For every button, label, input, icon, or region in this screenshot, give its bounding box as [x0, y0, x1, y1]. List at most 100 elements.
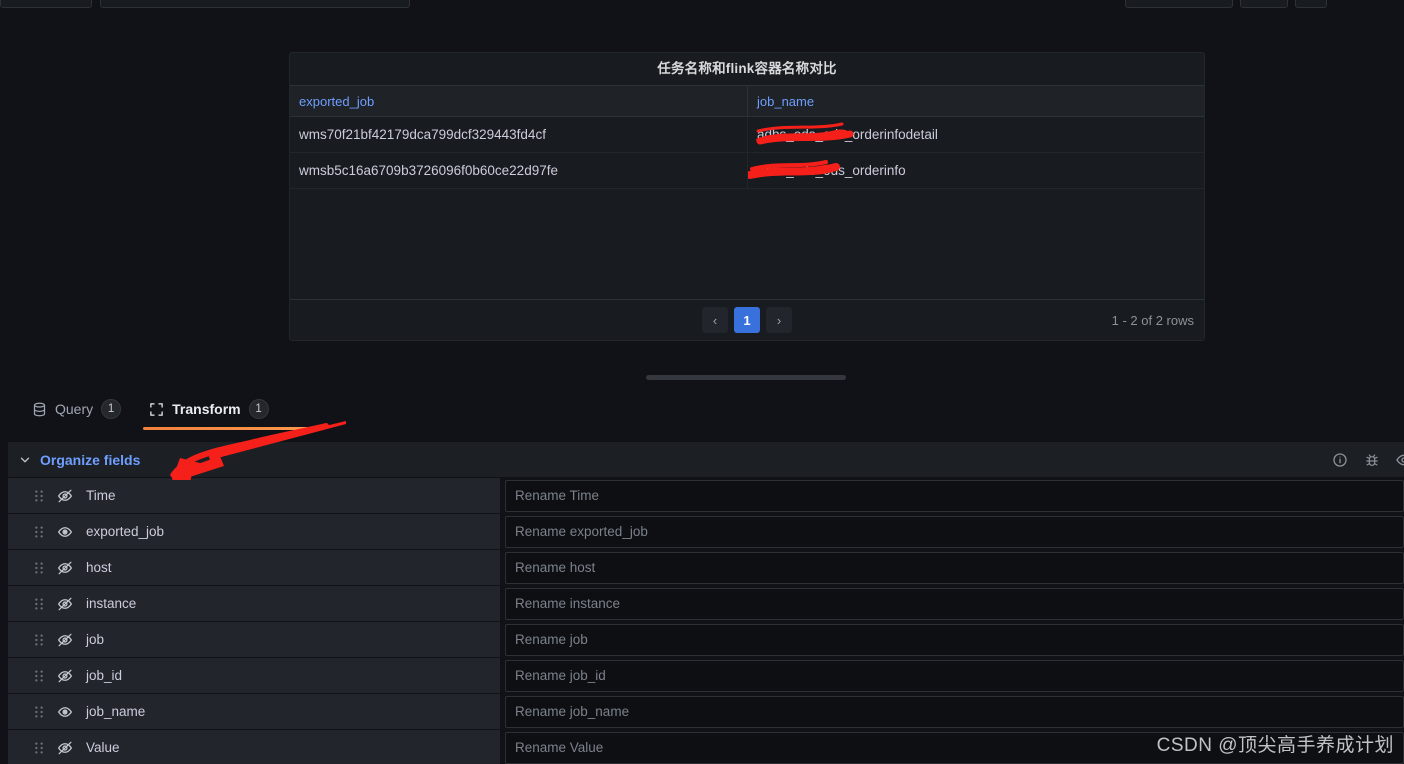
pagination-page-1-button[interactable]: 1	[734, 307, 760, 333]
top-chrome-box-1[interactable]	[0, 0, 92, 8]
rename-input[interactable]	[505, 695, 1404, 728]
eye-off-icon[interactable]	[57, 488, 73, 504]
drag-handle-icon[interactable]	[34, 597, 44, 611]
rename-input[interactable]	[505, 623, 1404, 656]
eye-off-icon[interactable]	[57, 740, 73, 756]
tab-query-label: Query	[55, 401, 94, 417]
csdn-watermark: CSDN @顶尖高手养成计划	[1156, 735, 1394, 756]
field-row: job_id	[8, 658, 1404, 694]
field-name: job	[86, 632, 105, 647]
pagination-next-button[interactable]: ›	[766, 307, 792, 333]
field-rename-area	[505, 514, 1404, 549]
eye-off-icon[interactable]	[57, 596, 73, 612]
editor-tab-bar: Query 1 Transform 1	[0, 392, 1404, 430]
organize-fields-transformation: Organize fields Time Rename Time exporte…	[8, 442, 1404, 764]
field-row: instance	[8, 586, 1404, 622]
table-row[interactable]: wms70f21bf42179dca799dcf329443fd4cf adbs…	[290, 117, 1204, 153]
field-row: exported_job	[8, 514, 1404, 550]
field-rename-area	[505, 586, 1404, 621]
cell-job-name: adbs_ods_ods_orderinfo	[748, 153, 1204, 188]
top-chrome-box-2[interactable]	[100, 0, 410, 8]
tab-transform-badge: 1	[248, 399, 269, 419]
drag-handle-icon[interactable]	[34, 633, 44, 647]
pagination-prev-button[interactable]: ‹	[702, 307, 728, 333]
field-name: Value	[86, 740, 120, 755]
table-row[interactable]: wmsb5c16a6709b3726096f0b60ce22d97fe adbs…	[290, 153, 1204, 189]
organize-fields-header[interactable]: Organize fields	[8, 442, 1404, 478]
organize-fields-title[interactable]: Organize fields	[40, 452, 140, 468]
field-row-handle-area[interactable]: exported_job	[8, 514, 505, 549]
drag-handle-icon[interactable]	[34, 705, 44, 719]
top-chrome-box-5[interactable]	[1295, 0, 1327, 8]
drag-handle-icon[interactable]	[34, 561, 44, 575]
field-row-handle-area[interactable]: host	[8, 550, 505, 585]
eye-icon[interactable]	[57, 524, 73, 540]
eye-off-icon[interactable]	[57, 632, 73, 648]
field-rename-area	[505, 550, 1404, 585]
app-root: 任务名称和flink容器名称对比 exported_job job_name w…	[0, 0, 1404, 764]
field-name: job_name	[86, 704, 146, 719]
drag-handle-icon[interactable]	[34, 741, 44, 755]
transformation-actions	[1332, 452, 1404, 468]
cell-exported-job: wmsb5c16a6709b3726096f0b60ce22d97fe	[290, 153, 748, 188]
field-name: instance	[86, 596, 137, 611]
table-header-row: exported_job job_name	[290, 85, 1204, 117]
field-row-handle-area[interactable]: job_id	[8, 658, 505, 693]
table-footer: ‹ 1 › 1 - 2 of 2 rows	[290, 299, 1204, 340]
field-name: exported_job	[86, 524, 165, 539]
pagination: ‹ 1 ›	[702, 307, 792, 333]
tab-query[interactable]: Query 1	[18, 392, 135, 426]
info-icon[interactable]	[1332, 452, 1348, 468]
top-chrome-box-3[interactable]	[1125, 0, 1233, 8]
rename-input[interactable]	[505, 479, 1404, 512]
field-rename-area	[505, 658, 1404, 693]
field-row-handle-area[interactable]: job	[8, 622, 505, 657]
field-row: job	[8, 622, 1404, 658]
tab-transform[interactable]: Transform 1	[135, 392, 312, 430]
panel-resize-handle[interactable]	[646, 375, 846, 380]
field-row: job_name	[8, 694, 1404, 730]
tab-query-badge: 1	[101, 399, 122, 419]
drag-handle-icon[interactable]	[34, 489, 44, 503]
cell-exported-job: wms70f21bf42179dca799dcf329443fd4cf	[290, 117, 748, 152]
rows-summary: 1 - 2 of 2 rows	[1111, 312, 1194, 328]
top-chrome-strip	[0, 0, 1404, 8]
cell-job-name: adbs_ods_ods_orderinfodetail	[748, 117, 1204, 152]
rename-input[interactable]	[505, 551, 1404, 584]
field-rename-area	[505, 622, 1404, 657]
field-row-handle-area[interactable]: Value	[8, 730, 505, 764]
table-body: wms70f21bf42179dca799dcf329443fd4cf adbs…	[290, 117, 1204, 299]
column-header-job-name[interactable]: job_name	[748, 86, 1204, 116]
field-row-handle-area[interactable]: Time	[8, 478, 505, 513]
field-name: Time	[86, 488, 116, 503]
drag-handle-icon[interactable]	[34, 525, 44, 539]
field-row: host	[8, 550, 1404, 586]
field-row-handle-area[interactable]: instance	[8, 586, 505, 621]
field-row: Time	[8, 478, 1404, 514]
eye-icon[interactable]	[1396, 452, 1404, 468]
bug-icon[interactable]	[1364, 452, 1380, 468]
tab-transform-label: Transform	[172, 401, 241, 417]
chevron-down-icon[interactable]	[18, 453, 32, 467]
rename-input[interactable]	[505, 515, 1404, 548]
database-icon	[33, 402, 46, 416]
field-name: host	[86, 560, 112, 575]
drag-handle-icon[interactable]	[34, 669, 44, 683]
field-row-handle-area[interactable]: job_name	[8, 694, 505, 729]
field-rename-area	[505, 478, 1404, 513]
cell-job-name-text: adbs_ods_ods_orderinfodetail	[757, 127, 938, 142]
data-table: exported_job job_name wms70f21bf42179dca…	[290, 85, 1204, 299]
rename-input[interactable]	[505, 659, 1404, 692]
panel-title: 任务名称和flink容器名称对比	[657, 61, 837, 76]
column-header-exported-job[interactable]: exported_job	[290, 86, 748, 116]
transform-icon	[150, 402, 163, 416]
eye-off-icon[interactable]	[57, 560, 73, 576]
rename-input[interactable]	[505, 587, 1404, 620]
cell-job-name-text: adbs_ods_ods_orderinfo	[757, 163, 906, 178]
field-rename-area	[505, 694, 1404, 729]
visualization-panel: 任务名称和flink容器名称对比 exported_job job_name w…	[289, 52, 1205, 341]
eye-off-icon[interactable]	[57, 668, 73, 684]
top-chrome-box-4[interactable]	[1240, 0, 1288, 8]
eye-icon[interactable]	[57, 704, 73, 720]
field-name: job_id	[86, 668, 123, 683]
